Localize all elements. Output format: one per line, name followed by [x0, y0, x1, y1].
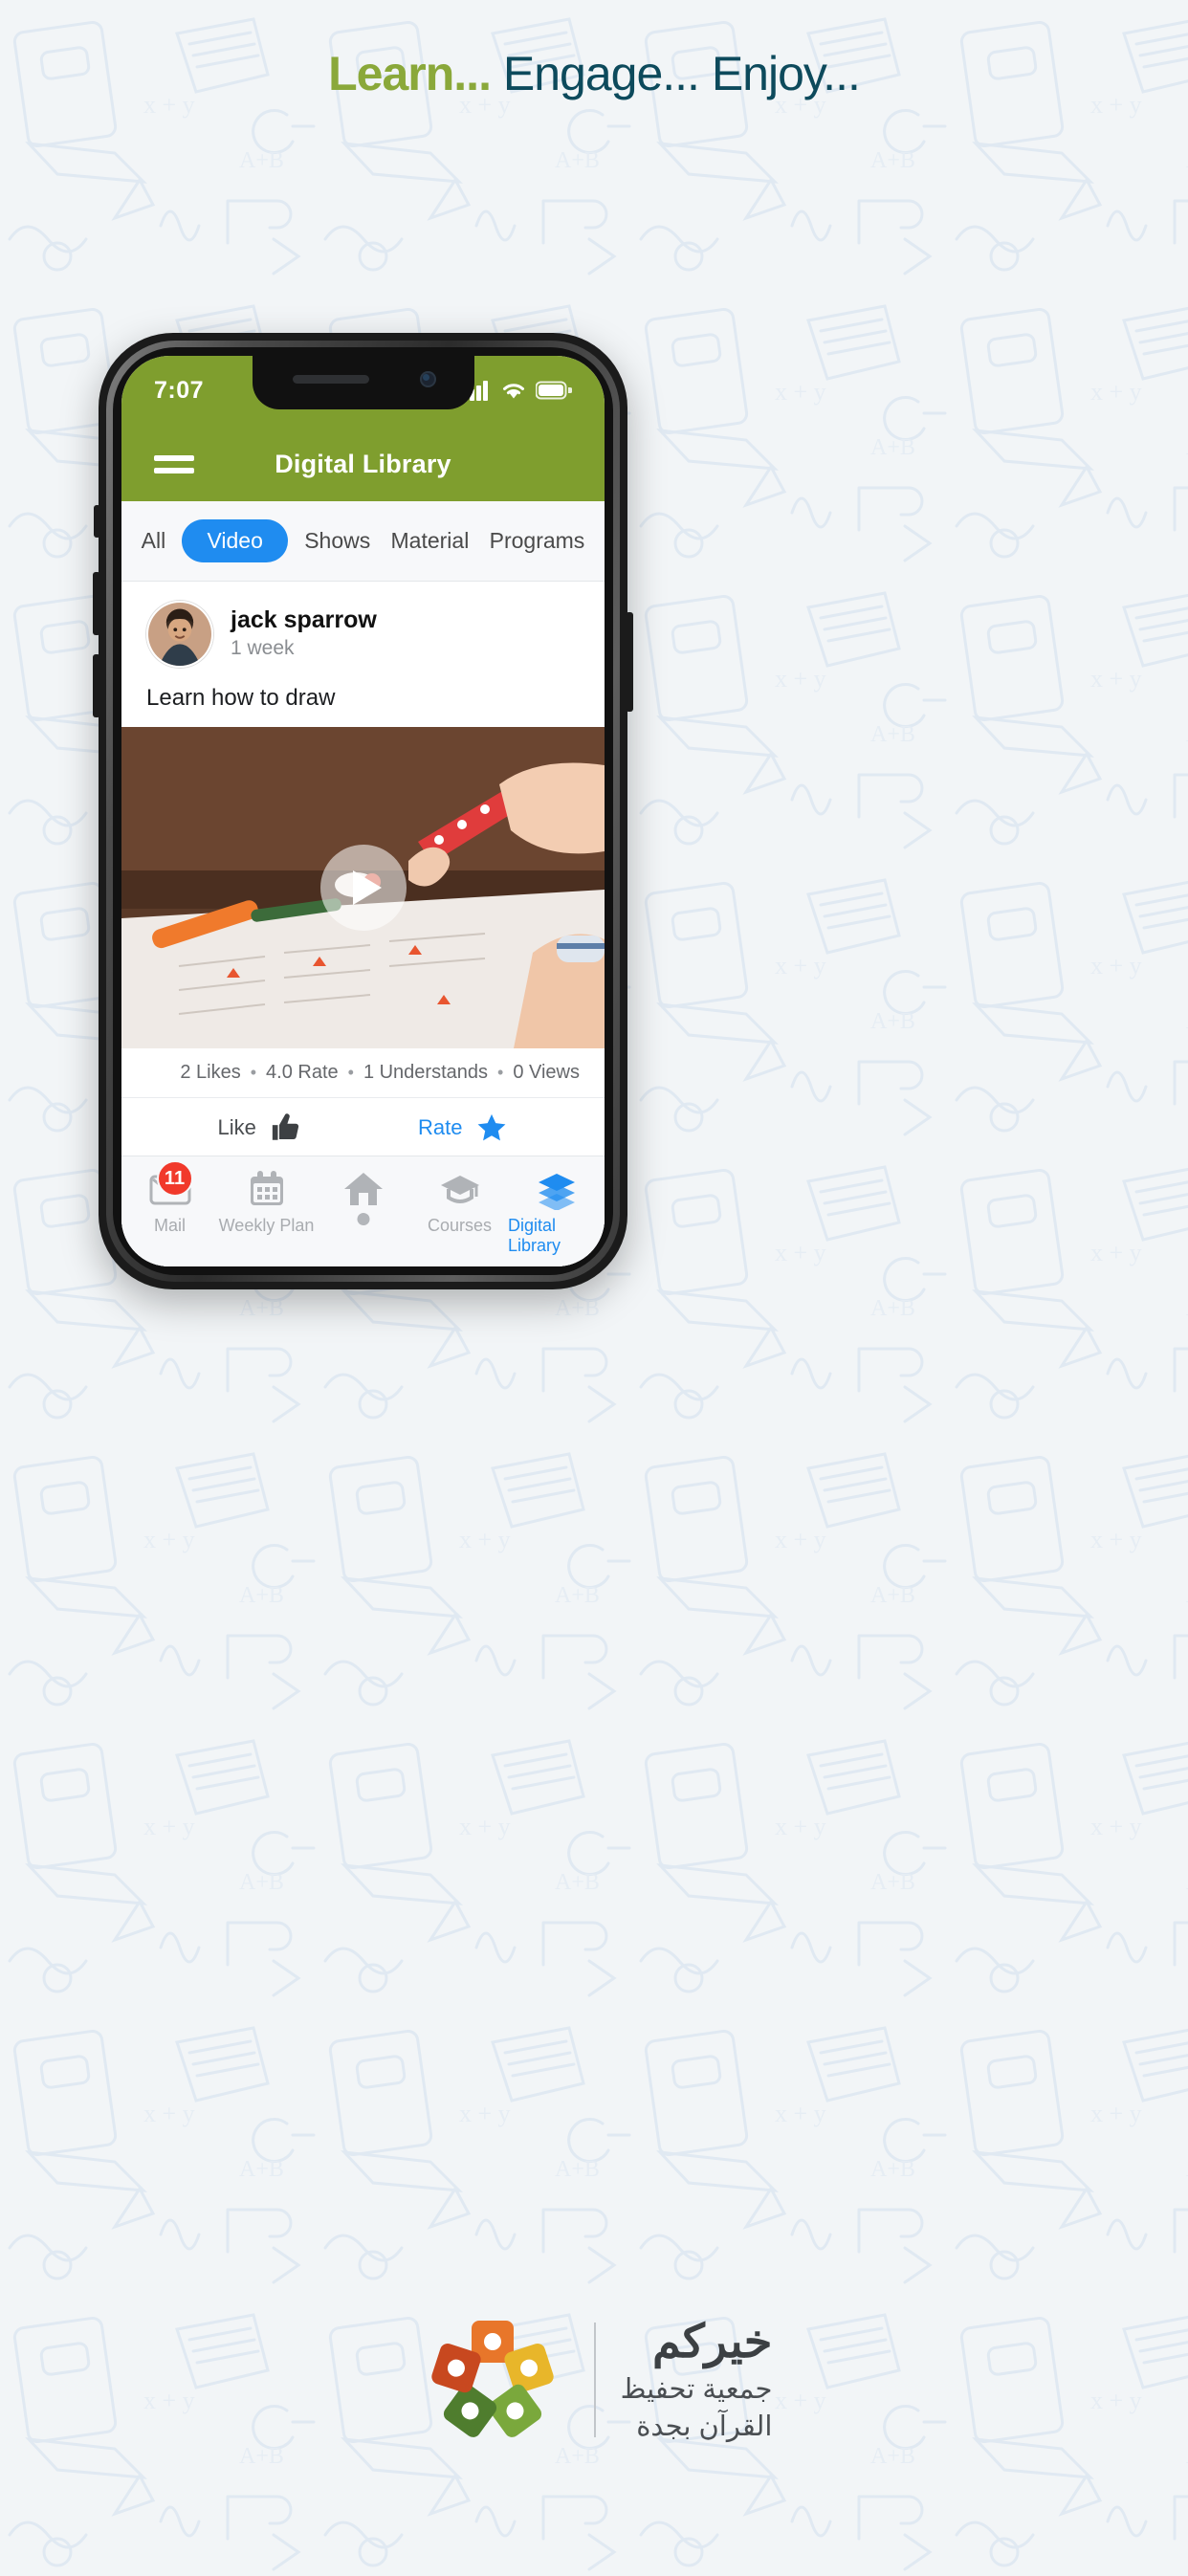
stat-sep-2: • — [347, 1063, 354, 1082]
stat-views: 0 Views — [513, 1062, 580, 1083]
stat-understands: 1 Understands — [363, 1062, 489, 1083]
post-stats: 2 Likes • 4.0 Rate • 1 Understands • 0 V… — [121, 1048, 605, 1097]
volume-up-button[interactable] — [93, 572, 100, 635]
logo-subtitle-line2: القرآن بجدة — [636, 2411, 773, 2442]
rate-button[interactable]: Rate — [418, 1112, 508, 1144]
headline-learn: Learn... — [328, 47, 492, 100]
logo-title-arabic: خيركم — [651, 2316, 773, 2367]
phone-screen: 7:07 Digital Library All Video Shows Mat… — [121, 356, 605, 1266]
phone-notch — [252, 356, 474, 409]
category-tab-bar: All Video Shows Material Programs — [121, 501, 605, 582]
footer-logo: خيركم جمعية تحفيظ القرآن بجدة — [0, 2303, 1188, 2456]
nav-item-courses[interactable]: Courses — [411, 1168, 508, 1236]
nav-item-weekly-plan[interactable]: Weekly Plan — [218, 1168, 315, 1236]
rate-label: Rate — [417, 1115, 463, 1139]
stat-rate: 4.0 Rate — [266, 1062, 339, 1083]
user-avatar-image — [148, 603, 211, 666]
earpiece-speaker — [292, 375, 369, 384]
play-button-icon[interactable] — [319, 845, 407, 931]
post-video-thumbnail[interactable] — [121, 727, 605, 1048]
calendar-icon — [246, 1168, 288, 1210]
phone-mockup: 7:07 Digital Library All Video Shows Mat… — [93, 333, 633, 1289]
stat-likes: 2 Likes — [180, 1062, 241, 1083]
nav-label-weekly-plan: Weekly Plan — [218, 1216, 315, 1235]
feed-post: jack sparrow 1 week Learn how to draw 2 … — [121, 582, 605, 1163]
status-icons — [463, 377, 572, 401]
stat-sep-3: • — [497, 1063, 504, 1082]
app-bar: Digital Library — [121, 427, 605, 501]
mail-badge: 11 — [156, 1160, 193, 1197]
home-icon — [342, 1168, 385, 1225]
post-header: jack sparrow 1 week — [121, 582, 605, 677]
promo-headline: Learn... Engage... Enjoy... — [0, 46, 1188, 101]
logo-subtitle-line1: جمعية تحفيظ — [620, 2373, 773, 2405]
nav-label-digital-library: Digital Library — [508, 1216, 561, 1255]
like-label: Like — [217, 1115, 256, 1139]
post-actions: Like Rate — [121, 1097, 605, 1161]
graduation-cap-icon — [439, 1168, 481, 1210]
nav-item-digital-library[interactable]: Digital Library — [508, 1168, 605, 1256]
status-time: 7:07 — [154, 377, 205, 404]
power-button[interactable] — [626, 612, 633, 712]
stat-sep-1: • — [250, 1063, 257, 1082]
home-active-dot — [357, 1213, 369, 1225]
nav-item-home[interactable] — [315, 1168, 411, 1225]
tab-programs[interactable]: Programs — [486, 519, 589, 562]
envelope-icon: 11 — [149, 1160, 193, 1210]
nav-item-mail[interactable]: 11 Mail — [121, 1160, 218, 1236]
front-camera — [419, 371, 436, 387]
kheerakom-star-logo — [430, 2321, 554, 2437]
tab-video[interactable]: Video — [182, 519, 288, 562]
nav-label-courses: Courses — [427, 1216, 493, 1235]
wifi-icon — [503, 384, 524, 399]
post-author[interactable]: jack sparrow — [231, 605, 377, 635]
headline-engage-enjoy: Engage... Enjoy... — [490, 47, 861, 100]
bottom-navigation-bar: 11 Mail Weekly Plan Courses Digital Libr… — [121, 1156, 605, 1266]
like-button[interactable]: Like — [218, 1112, 302, 1144]
status-bar: 7:07 — [121, 356, 605, 427]
nav-label-mail: Mail — [153, 1216, 186, 1235]
thumbs-up-icon — [272, 1113, 298, 1140]
star-icon — [478, 1113, 506, 1141]
tab-shows[interactable]: Shows — [300, 519, 374, 562]
tab-all[interactable]: All — [138, 519, 170, 562]
books-icon — [536, 1168, 578, 1211]
tab-material[interactable]: Material — [387, 519, 473, 562]
avatar[interactable] — [146, 601, 213, 668]
volume-down-button[interactable] — [93, 654, 100, 717]
logo-text-block: خيركم جمعية تحفيظ القرآن بجدة — [621, 2314, 773, 2446]
hamburger-menu-icon[interactable] — [154, 449, 194, 480]
post-meta: jack sparrow 1 week — [231, 605, 377, 663]
logo-divider — [593, 2323, 596, 2437]
post-caption: Learn how to draw — [146, 685, 336, 711]
mute-switch[interactable] — [94, 505, 100, 538]
post-timestamp: 1 week — [231, 637, 295, 660]
battery-icon — [536, 381, 572, 400]
